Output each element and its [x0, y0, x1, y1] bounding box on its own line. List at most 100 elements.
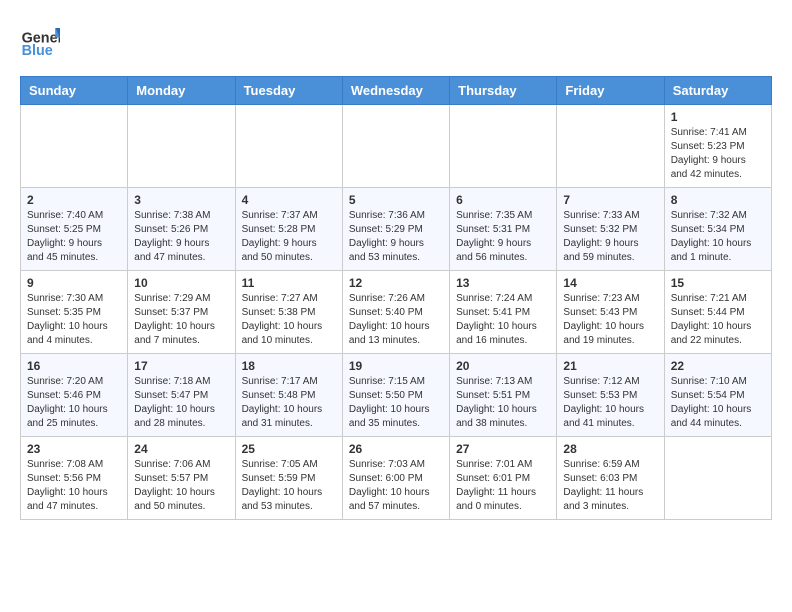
day-info: Sunrise: 7:20 AM Sunset: 5:46 PM Dayligh… — [27, 375, 121, 431]
day-number: 8 — [671, 193, 765, 207]
day-number: 11 — [242, 276, 336, 290]
weekday-header-wednesday: Wednesday — [342, 77, 449, 105]
calendar-cell: 8 Sunrise: 7:32 AM Sunset: 5:34 PM Daylig… — [664, 188, 771, 271]
day-info: Sunrise: 7:33 AM Sunset: 5:32 PM Dayligh… — [563, 209, 657, 265]
day-number: 26 — [349, 442, 443, 456]
day-number: 28 — [563, 442, 657, 456]
day-info: Sunrise: 7:32 AM Sunset: 5:34 PM Dayligh… — [671, 209, 765, 265]
calendar-cell — [21, 105, 128, 188]
calendar-week-5: 23Sunrise: 7:08 AM Sunset: 5:56 PM Dayli… — [21, 437, 772, 520]
weekday-header-saturday: Saturday — [664, 77, 771, 105]
calendar-cell — [664, 437, 771, 520]
day-number: 17 — [134, 359, 228, 373]
day-number: 22 — [671, 359, 765, 373]
day-info: Sunrise: 7:13 AM Sunset: 5:51 PM Dayligh… — [456, 375, 550, 431]
day-info: Sunrise: 7:24 AM Sunset: 5:41 PM Dayligh… — [456, 292, 550, 348]
calendar-cell: 16 Sunrise: 7:20 AM Sunset: 5:46 PM Dayli… — [21, 354, 128, 437]
calendar-cell: 22 Sunrise: 7:10 AM Sunset: 5:54 PM Dayli… — [664, 354, 771, 437]
day-number: 1 — [671, 110, 765, 124]
day-info: Sunrise: 7:21 AM Sunset: 5:44 PM Dayligh… — [671, 292, 765, 348]
day-info: Sunrise: 7:03 AM Sunset: 6:00 PM Dayligh… — [349, 458, 443, 514]
day-info: Sunrise: 6:59 AM Sunset: 6:03 PM Dayligh… — [563, 458, 657, 514]
day-info: Sunrise: 7:15 AM Sunset: 5:50 PM Dayligh… — [349, 375, 443, 431]
calendar-week-4: 16 Sunrise: 7:20 AM Sunset: 5:46 PM Dayli… — [21, 354, 772, 437]
calendar-cell: 11 Sunrise: 7:27 AM Sunset: 5:38 PM Dayli… — [235, 271, 342, 354]
day-number: 2 — [27, 193, 121, 207]
day-info: Sunrise: 7:40 AM Sunset: 5:25 PM Dayligh… — [27, 209, 121, 265]
calendar-cell: 19 Sunrise: 7:15 AM Sunset: 5:50 PM Dayli… — [342, 354, 449, 437]
day-number: 19 — [349, 359, 443, 373]
calendar-header-row: SundayMondayTuesdayWednesdayThursdayFrid… — [21, 77, 772, 105]
calendar-week-3: 9 Sunrise: 7:30 AM Sunset: 5:35 PM Daylig… — [21, 271, 772, 354]
calendar-cell: 10 Sunrise: 7:29 AM Sunset: 5:37 PM Dayli… — [128, 271, 235, 354]
calendar-cell: 6Sunrise: 7:35 AM Sunset: 5:31 PM Daylig… — [450, 188, 557, 271]
calendar-cell: 24 Sunrise: 7:06 AM Sunset: 5:57 PM Dayli… — [128, 437, 235, 520]
day-info: Sunrise: 7:37 AM Sunset: 5:28 PM Dayligh… — [242, 209, 336, 265]
calendar-cell: 26 Sunrise: 7:03 AM Sunset: 6:00 PM Dayli… — [342, 437, 449, 520]
calendar-cell: 15Sunrise: 7:21 AM Sunset: 5:44 PM Dayli… — [664, 271, 771, 354]
calendar-cell: 20 Sunrise: 7:13 AM Sunset: 5:51 PM Dayli… — [450, 354, 557, 437]
day-number: 5 — [349, 193, 443, 207]
calendar-cell: 25 Sunrise: 7:05 AM Sunset: 5:59 PM Dayli… — [235, 437, 342, 520]
day-info: Sunrise: 7:30 AM Sunset: 5:35 PM Dayligh… — [27, 292, 121, 348]
day-info: Sunrise: 7:08 AM Sunset: 5:56 PM Dayligh… — [27, 458, 121, 514]
day-number: 25 — [242, 442, 336, 456]
calendar-cell: 7 Sunrise: 7:33 AM Sunset: 5:32 PM Daylig… — [557, 188, 664, 271]
calendar-cell — [342, 105, 449, 188]
day-number: 6 — [456, 193, 550, 207]
calendar-cell: 13 Sunrise: 7:24 AM Sunset: 5:41 PM Dayli… — [450, 271, 557, 354]
calendar-cell: 28 Sunrise: 6:59 AM Sunset: 6:03 PM Dayli… — [557, 437, 664, 520]
calendar-cell: 12Sunrise: 7:26 AM Sunset: 5:40 PM Dayli… — [342, 271, 449, 354]
calendar-cell: 27 Sunrise: 7:01 AM Sunset: 6:01 PM Dayli… — [450, 437, 557, 520]
day-info: Sunrise: 7:05 AM Sunset: 5:59 PM Dayligh… — [242, 458, 336, 514]
weekday-header-monday: Monday — [128, 77, 235, 105]
calendar-week-1: 1 Sunrise: 7:41 AM Sunset: 5:23 PM Daylig… — [21, 105, 772, 188]
calendar-cell: 18 Sunrise: 7:17 AM Sunset: 5:48 PM Dayli… — [235, 354, 342, 437]
day-info: Sunrise: 7:01 AM Sunset: 6:01 PM Dayligh… — [456, 458, 550, 514]
day-number: 13 — [456, 276, 550, 290]
day-info: Sunrise: 7:10 AM Sunset: 5:54 PM Dayligh… — [671, 375, 765, 431]
day-info: Sunrise: 7:38 AM Sunset: 5:26 PM Dayligh… — [134, 209, 228, 265]
weekday-header-tuesday: Tuesday — [235, 77, 342, 105]
day-number: 18 — [242, 359, 336, 373]
weekday-header-thursday: Thursday — [450, 77, 557, 105]
calendar-cell — [450, 105, 557, 188]
page-header: General Blue — [20, 20, 772, 60]
day-info: Sunrise: 7:41 AM Sunset: 5:23 PM Dayligh… — [671, 126, 765, 182]
day-number: 10 — [134, 276, 228, 290]
day-number: 16 — [27, 359, 121, 373]
day-info: Sunrise: 7:06 AM Sunset: 5:57 PM Dayligh… — [134, 458, 228, 514]
day-number: 21 — [563, 359, 657, 373]
calendar-table: SundayMondayTuesdayWednesdayThursdayFrid… — [20, 76, 772, 520]
day-info: Sunrise: 7:36 AM Sunset: 5:29 PM Dayligh… — [349, 209, 443, 265]
day-number: 3 — [134, 193, 228, 207]
day-info: Sunrise: 7:18 AM Sunset: 5:47 PM Dayligh… — [134, 375, 228, 431]
day-number: 9 — [27, 276, 121, 290]
weekday-header-sunday: Sunday — [21, 77, 128, 105]
calendar-cell: 21 Sunrise: 7:12 AM Sunset: 5:53 PM Dayli… — [557, 354, 664, 437]
calendar-cell: 23Sunrise: 7:08 AM Sunset: 5:56 PM Dayli… — [21, 437, 128, 520]
day-info: Sunrise: 7:27 AM Sunset: 5:38 PM Dayligh… — [242, 292, 336, 348]
calendar-cell: 2 Sunrise: 7:40 AM Sunset: 5:25 PM Daylig… — [21, 188, 128, 271]
svg-text:Blue: Blue — [22, 43, 53, 59]
day-number: 14 — [563, 276, 657, 290]
calendar-week-2: 2 Sunrise: 7:40 AM Sunset: 5:25 PM Daylig… — [21, 188, 772, 271]
day-number: 24 — [134, 442, 228, 456]
calendar-cell: 14Sunrise: 7:23 AM Sunset: 5:43 PM Dayli… — [557, 271, 664, 354]
day-number: 20 — [456, 359, 550, 373]
calendar-cell: 9 Sunrise: 7:30 AM Sunset: 5:35 PM Daylig… — [21, 271, 128, 354]
logo-icon: General Blue — [20, 20, 60, 60]
day-number: 4 — [242, 193, 336, 207]
calendar-cell — [128, 105, 235, 188]
day-number: 7 — [563, 193, 657, 207]
day-info: Sunrise: 7:12 AM Sunset: 5:53 PM Dayligh… — [563, 375, 657, 431]
day-info: Sunrise: 7:29 AM Sunset: 5:37 PM Dayligh… — [134, 292, 228, 348]
weekday-header-friday: Friday — [557, 77, 664, 105]
calendar-cell: 5 Sunrise: 7:36 AM Sunset: 5:29 PM Daylig… — [342, 188, 449, 271]
day-info: Sunrise: 7:17 AM Sunset: 5:48 PM Dayligh… — [242, 375, 336, 431]
day-info: Sunrise: 7:26 AM Sunset: 5:40 PM Dayligh… — [349, 292, 443, 348]
day-number: 27 — [456, 442, 550, 456]
calendar-cell — [235, 105, 342, 188]
calendar-cell: 1 Sunrise: 7:41 AM Sunset: 5:23 PM Daylig… — [664, 105, 771, 188]
calendar-cell: 3 Sunrise: 7:38 AM Sunset: 5:26 PM Daylig… — [128, 188, 235, 271]
